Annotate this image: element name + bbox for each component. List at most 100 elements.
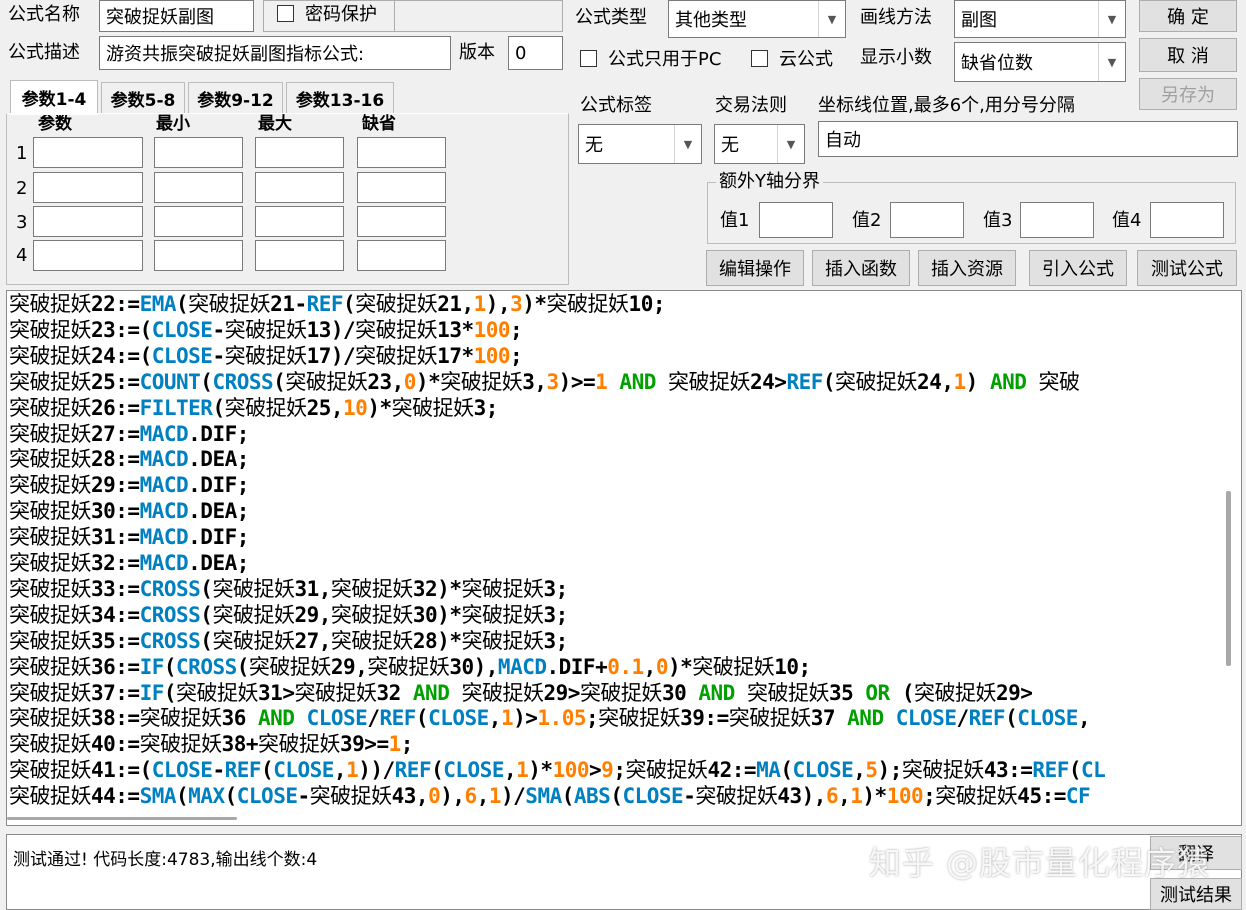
code-token: COUNT [139, 369, 201, 394]
password-checkbox[interactable] [277, 5, 294, 22]
cloud-checkbox[interactable] [751, 50, 768, 67]
edit-operation-button[interactable]: 编辑操作 [706, 250, 804, 286]
param-min-input[interactable] [154, 206, 243, 237]
code-token: 1 [388, 732, 402, 757]
pc-only-checkbox[interactable] [580, 50, 597, 67]
formula-type-select[interactable]: 其他类型 ▼ [668, 0, 846, 38]
param-max-input[interactable] [255, 240, 344, 271]
chevron-down-icon: ▼ [1098, 43, 1125, 81]
param-min-input[interactable] [154, 172, 243, 203]
tab-params-13-16[interactable]: 参数13-16 [286, 82, 394, 114]
code-token: )> [513, 706, 538, 731]
password-input[interactable] [395, 0, 563, 32]
code-token: MA [756, 758, 781, 783]
code-token: CLOSE [151, 343, 213, 368]
code-token: 17)/ [306, 343, 356, 368]
code-token: CLOSE [151, 317, 213, 342]
code-token: 17* [437, 343, 474, 368]
code-token: 3; [543, 628, 568, 653]
param-max-input[interactable] [255, 172, 344, 203]
status-message: 测试通过! 代码长度:4783,输出线个数:4 [13, 850, 318, 870]
horizontal-scrollbar-thumb[interactable] [7, 817, 237, 820]
tab-params-5-8[interactable]: 参数5-8 [101, 82, 185, 114]
code-token: ; [613, 758, 626, 783]
code-token: CLOSE [895, 706, 957, 731]
trade-rule-select[interactable]: 无 ▼ [714, 124, 805, 164]
y-value-4-input[interactable] [1150, 202, 1224, 238]
tab-params-9-12[interactable]: 参数9-12 [188, 82, 283, 114]
test-formula-button[interactable]: 测试公式 [1137, 250, 1237, 286]
code-token: 突破捉妖 [355, 317, 438, 342]
code-token: CROSS [139, 576, 201, 601]
code-token: 1 [488, 784, 502, 809]
cancel-button[interactable]: 取 消 [1139, 38, 1237, 72]
param-name-input[interactable] [33, 137, 143, 168]
code-token: ( [200, 576, 213, 601]
code-token: 29> [543, 680, 581, 705]
code-token: 突破捉妖 [692, 654, 775, 679]
param-name-input[interactable] [33, 240, 143, 271]
decimals-select[interactable]: 缺省位数 ▼ [954, 42, 1126, 82]
save-as-button[interactable]: 另存为 [1139, 78, 1237, 110]
param-default-input[interactable] [357, 172, 446, 203]
code-token: CLOSE [236, 784, 298, 809]
vertical-scrollbar-thumb[interactable] [1226, 491, 1231, 666]
code-token: > [589, 758, 602, 783]
y-value-3-input[interactable] [1020, 202, 1094, 238]
code-token: 突破 [1038, 369, 1081, 394]
tab-params-1-4[interactable]: 参数1-4 [10, 80, 98, 114]
formula-tag-select[interactable]: 无 ▼ [578, 124, 702, 164]
coord-line-input[interactable]: 自动 [818, 121, 1238, 157]
param-default-input[interactable] [357, 240, 446, 271]
draw-method-select[interactable]: 副图 ▼ [954, 0, 1126, 38]
code-token: 突破捉妖 [212, 628, 295, 653]
code-token: 突破捉妖 [224, 317, 308, 342]
code-token: - [212, 317, 225, 342]
code-token: AND [989, 369, 1027, 394]
y-value-1-input[interactable] [759, 202, 833, 238]
code-token: CROSS [212, 369, 274, 394]
code-editor[interactable]: 突破捉妖22:=EMA(突破捉妖21-REF(突破捉妖21,1),3)*突破捉妖… [6, 290, 1242, 826]
y-value-2-label: 值2 [852, 210, 882, 231]
param-min-input[interactable] [154, 240, 243, 271]
code-token: 突破捉妖 [330, 628, 414, 653]
code-token: 9 [601, 758, 614, 783]
code-token: 21, [437, 292, 474, 316]
param-name-input[interactable] [33, 206, 143, 237]
code-token: 24:=( [91, 343, 152, 368]
insert-resource-button[interactable]: 插入资源 [918, 250, 1016, 286]
formula-desc-input[interactable]: 游资共振突破捉妖副图指标公式: [99, 36, 451, 70]
version-input[interactable]: 0 [508, 36, 563, 70]
param-default-input[interactable] [357, 137, 446, 168]
param-max-input[interactable] [255, 137, 344, 168]
code-token: - [212, 343, 225, 368]
y-value-2-input[interactable] [890, 202, 964, 238]
code-token: / [367, 706, 380, 731]
param-default-input[interactable] [357, 206, 446, 237]
code-token: 突破捉妖 [461, 680, 545, 705]
code-token: 38+ [221, 732, 259, 757]
code-token: 39>= [340, 732, 389, 757]
code-line: 突破捉妖32:=MACD.DEA; [9, 550, 249, 576]
code-token: SMA [139, 784, 177, 809]
formula-name-input[interactable]: 突破捉妖副图 [99, 0, 254, 32]
param-name-input[interactable] [33, 172, 143, 203]
ok-button[interactable]: 确 定 [1139, 0, 1237, 32]
code-token: , [488, 706, 502, 731]
code-token: , [838, 784, 851, 809]
code-token: )>= [558, 369, 596, 394]
code-token: 32)* [412, 576, 462, 601]
code-token: 0 [655, 654, 669, 679]
code-token: 100 [552, 758, 590, 783]
import-formula-button[interactable]: 引入公式 [1029, 250, 1127, 286]
code-token: 27:= [91, 421, 140, 446]
code-token: CLOSE [1017, 706, 1078, 731]
insert-function-button[interactable]: 插入函数 [812, 250, 910, 286]
param-min-input[interactable] [154, 137, 243, 168]
code-token: 23, [367, 369, 404, 394]
param-max-input[interactable] [255, 206, 344, 237]
code-token: AND [698, 680, 735, 705]
